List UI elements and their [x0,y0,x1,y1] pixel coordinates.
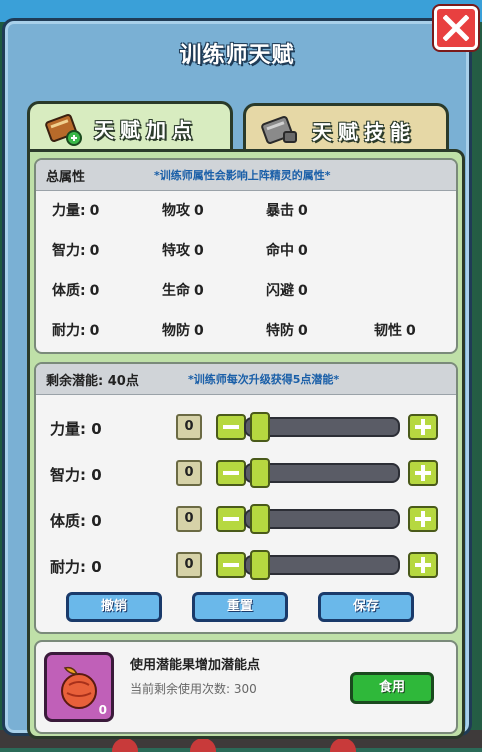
attr-evasion: 闪避 0 [266,283,308,299]
constitution-value: 0 [176,506,202,532]
tab-label: 天赋加点 [94,118,198,142]
attr-physical-defense: 物防 0 [162,323,204,339]
total-attributes-box: 总属性 *训练师属性会影响上阵精灵的属性* 力量: 0 物攻 0 暴击 0 智力: 0 … [34,158,458,354]
potential-note: *训练师每次升级获得5点潜能* [188,373,340,386]
attr-tenacity: 韧性 0 [374,323,416,339]
window-title: 训练师天赋 [179,43,295,68]
strength-value: 0 [176,414,202,440]
strength-slider-thumb[interactable] [250,412,270,442]
attr-accuracy: 命中 0 [266,243,308,259]
endurance-value: 0 [176,552,202,578]
strength-plus-button[interactable] [408,414,438,440]
constitution-plus-button[interactable] [408,506,438,532]
attr-physical-attack: 物攻 0 [162,203,204,219]
save-button[interactable]: 保存 [318,592,414,622]
undo-button[interactable]: 撤销 [66,592,162,622]
attr-strength: 力量: 0 [52,203,100,219]
endurance-slider-thumb[interactable] [250,550,270,580]
reset-button[interactable]: 重置 [192,592,288,622]
fruit-title: 使用潜能果增加潜能点 [130,658,261,673]
attr-special-defense: 特防 0 [266,323,308,339]
attr-endurance: 耐力: 0 [52,323,100,339]
close-icon [443,15,469,41]
attr-special-attack: 特攻 0 [162,243,204,259]
book-plus-icon [44,110,84,152]
total-attributes-note: *训练师属性会影响上阵精灵的属性* [154,169,331,182]
attr-hp: 生命 0 [162,283,204,299]
talent-window: 训练师天赋 天赋加点 天赋技能 总属性 *训练师属性会影响上阵精灵的属性* 力量… [2,18,472,739]
attr-constitution: 体质: 0 [52,283,100,299]
fruit-count: 0 [98,703,107,717]
close-button[interactable] [434,6,478,50]
potential-header: 剩余潜能: 40点 *训练师每次升级获得5点潜能* [36,364,456,395]
talent-points-content: 总属性 *训练师属性会影响上阵精灵的属性* 力量: 0 物攻 0 暴击 0 智力: 0 … [27,149,465,739]
total-attributes-title: 总属性 [46,170,86,185]
eat-button[interactable]: 食用 [350,672,434,704]
constitution-slider-thumb[interactable] [250,504,270,534]
constitution-minus-button[interactable] [216,506,246,532]
tab-talent-skills[interactable]: 天赋技能 [243,103,449,149]
total-attributes-header: 总属性 *训练师属性会影响上阵精灵的属性* [36,160,456,191]
row-constitution-label: 体质: 0 [50,512,102,530]
intelligence-plus-button[interactable] [408,460,438,486]
intelligence-minus-button[interactable] [216,460,246,486]
row-endurance-label: 耐力: 0 [50,558,102,576]
fruit-remaining: 当前剩余使用次数: 300 [130,682,257,696]
endurance-plus-button[interactable] [408,552,438,578]
book-lock-icon [260,112,300,152]
intelligence-slider-thumb[interactable] [250,458,270,488]
remaining-potential: 剩余潜能: 40点 [46,374,139,389]
strength-minus-button[interactable] [216,414,246,440]
row-strength-label: 力量: 0 [50,420,102,438]
potential-fruit-slot[interactable]: 0 [44,652,114,722]
tab-talent-points[interactable]: 天赋加点 [27,101,233,153]
attr-intelligence: 智力: 0 [52,243,100,259]
row-intelligence-label: 智力: 0 [50,466,102,484]
tab-label: 天赋技能 [312,120,416,144]
endurance-minus-button[interactable] [216,552,246,578]
attr-critical: 暴击 0 [266,203,308,219]
intelligence-value: 0 [176,460,202,486]
